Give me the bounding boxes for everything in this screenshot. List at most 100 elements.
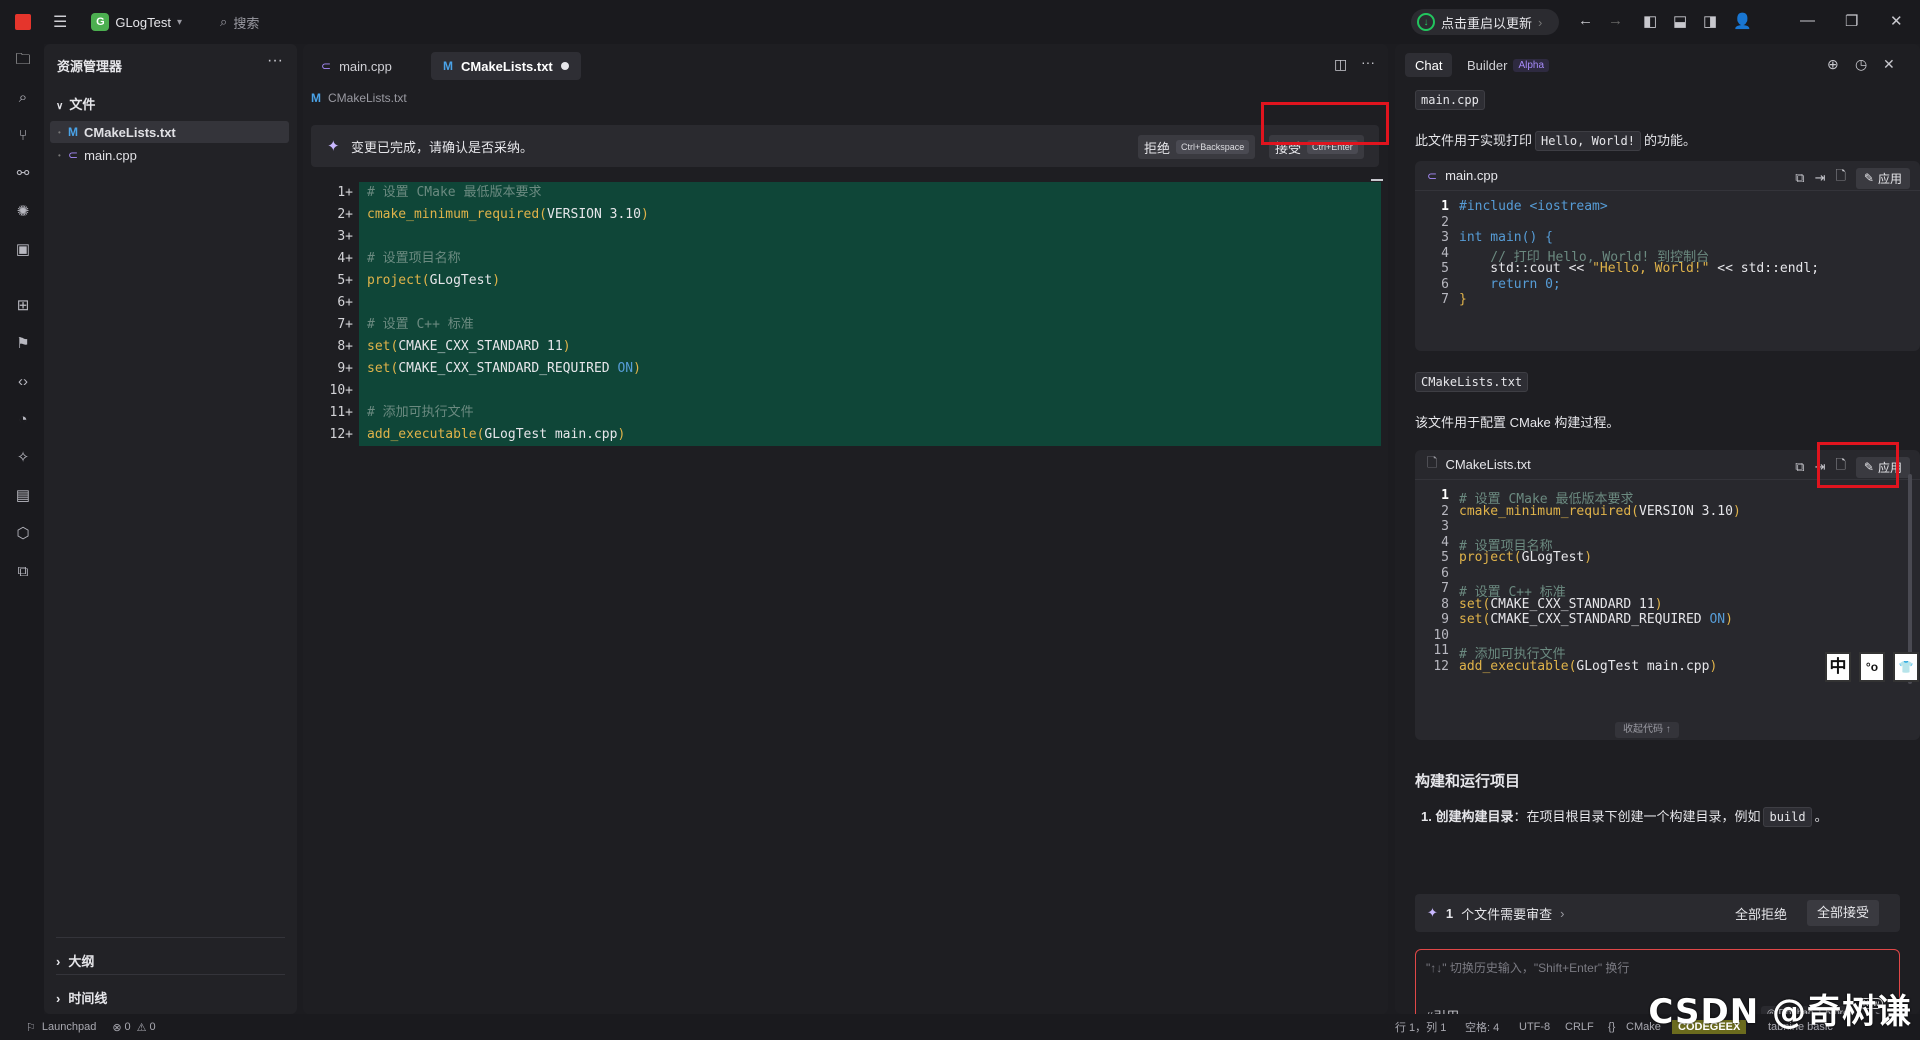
timer-icon[interactable]: ◔: [13, 410, 33, 430]
minimize-icon[interactable]: —: [1800, 12, 1815, 29]
back-arrow-icon[interactable]: ←: [1578, 12, 1593, 29]
history-icon[interactable]: ◷: [1855, 56, 1867, 73]
toggle-bottom-panel-icon[interactable]: ⬓: [1673, 12, 1687, 30]
launchpad-button[interactable]: Launchpad: [42, 1021, 96, 1033]
timeline-section-header[interactable]: › 时间线: [56, 988, 107, 1007]
tab-main-cpp[interactable]: ⊂ main.cpp: [309, 52, 404, 80]
line-number: 4: [1441, 534, 1449, 550]
more-icon[interactable]: ···: [1361, 54, 1375, 70]
reject-all-button[interactable]: 全部拒绝: [1735, 904, 1787, 923]
toggle-left-panel-icon[interactable]: ◧: [1643, 12, 1657, 30]
new-chat-icon[interactable]: ⊕: [1827, 56, 1839, 73]
copy-icon[interactable]: ⧉: [1795, 170, 1804, 186]
close-icon[interactable]: ✕: [1883, 56, 1895, 73]
more-icon[interactable]: ···: [267, 52, 283, 70]
cpp-icon: ⊂: [1427, 168, 1438, 183]
remote-icon[interactable]: ⚯: [13, 164, 33, 184]
cursor-position[interactable]: 行 1，列 1: [1395, 1019, 1446, 1035]
tab-label: main.cpp: [339, 58, 392, 74]
copy-icon[interactable]: ⧉: [1795, 459, 1804, 475]
rocket-icon: ⚐: [26, 1021, 36, 1034]
line-number: 10: [1433, 627, 1449, 643]
chevron-right-icon: ›: [56, 954, 61, 969]
tab-chat[interactable]: Chat: [1405, 53, 1453, 77]
forward-arrow-icon[interactable]: →: [1608, 12, 1623, 29]
warning-count[interactable]: 0: [150, 1021, 156, 1033]
unsaved-dot-icon[interactable]: [560, 62, 569, 70]
line-number: 6: [1441, 276, 1449, 292]
close-window-icon[interactable]: ✕: [1890, 12, 1903, 30]
code-line: }: [1459, 292, 1467, 307]
search-box[interactable]: ⌕ 搜索: [220, 13, 259, 32]
accept-all-button[interactable]: 全部接受: [1807, 900, 1880, 926]
editor-panel: ⊂ main.cpp M CMakeLists.txt ◫ ··· M CMak…: [303, 44, 1389, 1014]
step-item: 1. 创建构建目录：在项目根目录下创建一个构建目录，例如 build。: [1421, 806, 1828, 827]
line-number: 2+: [337, 207, 353, 222]
apply-button[interactable]: ✎ 应用: [1855, 167, 1910, 189]
inline-code-chip: Hello, World!: [1535, 131, 1641, 151]
outline-section-header[interactable]: › 大纲: [56, 951, 94, 970]
restore-icon[interactable]: ❐: [1845, 12, 1858, 30]
remote-explorer-icon[interactable]: ⧉: [13, 562, 33, 582]
insert-icon[interactable]: ⇥: [1815, 170, 1826, 186]
code-line: set(CMAKE_CXX_STANDARD_REQUIRED ON): [367, 361, 641, 376]
split-editor-icon[interactable]: ◫: [1334, 56, 1347, 73]
file-item-cmakelists[interactable]: • M CMakeLists.txt: [50, 121, 289, 143]
debug-icon[interactable]: ✺: [13, 202, 33, 222]
account-icon[interactable]: 👤: [1733, 12, 1752, 30]
explorer-icon[interactable]: 🗀: [13, 50, 33, 70]
project-badge: G: [91, 13, 110, 31]
collapse-code-button[interactable]: 收起代码 ↑: [1615, 722, 1679, 738]
apply-icon: ✎: [1863, 171, 1874, 185]
warning-icon: ⚠: [136, 1021, 147, 1034]
code-line: # 设置项目名称: [367, 251, 461, 266]
code-icon[interactable]: ‹›: [13, 372, 33, 392]
review-count: 1: [1445, 905, 1454, 921]
breadcrumb: M CMakeLists.txt: [311, 91, 407, 105]
bookmark-icon[interactable]: ⚑: [13, 334, 33, 354]
overview-ruler-mark: [1371, 179, 1383, 181]
indentation[interactable]: 空格: 4: [1465, 1019, 1499, 1035]
cmake-icon: M: [68, 125, 78, 139]
ime-punctuation-indicator[interactable]: °o: [1859, 652, 1885, 682]
line-number: 6+: [337, 295, 353, 310]
restart-update-button[interactable]: ↓ 点击重启以更新 ›: [1411, 9, 1559, 35]
toggle-right-panel-icon[interactable]: ◨: [1703, 12, 1717, 30]
breadcrumb-file[interactable]: CMakeLists.txt: [328, 91, 407, 105]
line-number: 1: [1441, 488, 1449, 503]
source-control-icon[interactable]: ⑂: [13, 126, 33, 146]
chevron-down-icon: ∨: [56, 101, 64, 112]
cmake-icon: M: [443, 59, 453, 73]
status-bar: ⚐ Launchpad ⊗ 0 ⚠ 0 行 1，列 1 空格: 4 UTF-8 …: [0, 1014, 1920, 1040]
line-number: 5+: [337, 273, 353, 288]
project-switcher[interactable]: G GLogTest ▾: [91, 13, 182, 31]
tab-builder[interactable]: Builder Alpha: [1457, 53, 1559, 77]
line-ending[interactable]: CRLF: [1565, 1021, 1594, 1033]
review-text[interactable]: 个文件需要审查: [1461, 904, 1552, 923]
error-count[interactable]: 0: [125, 1021, 131, 1033]
idea-icon[interactable]: ✧: [13, 448, 33, 468]
monitor-icon[interactable]: ▣: [13, 240, 33, 260]
line-number: 11+: [329, 405, 353, 420]
file-icon: 🗋: [1427, 454, 1438, 470]
ime-skin-indicator[interactable]: 👕: [1893, 652, 1919, 682]
tab-cmakelists[interactable]: M CMakeLists.txt: [431, 52, 581, 80]
timeline-label: 时间线: [68, 991, 108, 1006]
file-item-main-cpp[interactable]: • ⊂ main.cpp: [50, 144, 289, 166]
line-number: 2: [1441, 503, 1449, 519]
menu-icon[interactable]: ☰: [53, 12, 67, 32]
ime-mode-indicator[interactable]: 中: [1825, 652, 1851, 682]
banner-message: 变更已完成，请确认是否采纳。: [351, 139, 534, 155]
new-file-icon[interactable]: 🗋: [1835, 167, 1845, 189]
search-icon[interactable]: ⌕: [13, 88, 33, 108]
extensions-icon[interactable]: ⊞: [13, 296, 33, 316]
reject-button[interactable]: 拒绝 Ctrl+Backspace: [1138, 135, 1256, 159]
line-number: 12: [1433, 658, 1449, 674]
package-icon[interactable]: ⬡: [13, 524, 33, 544]
encoding[interactable]: UTF-8: [1519, 1021, 1550, 1033]
files-section-header[interactable]: ∨ 文件: [56, 94, 95, 113]
line-number: 11: [1433, 643, 1449, 658]
report-icon[interactable]: ▤: [13, 486, 33, 506]
line-number: 3: [1441, 230, 1449, 245]
activity-bar: 🗀 ⌕ ⑂ ⚯ ✺ ▣ ⊞ ⚑ ‹› ◔ ✧ ▤ ⬡ ⧉: [0, 44, 44, 1014]
